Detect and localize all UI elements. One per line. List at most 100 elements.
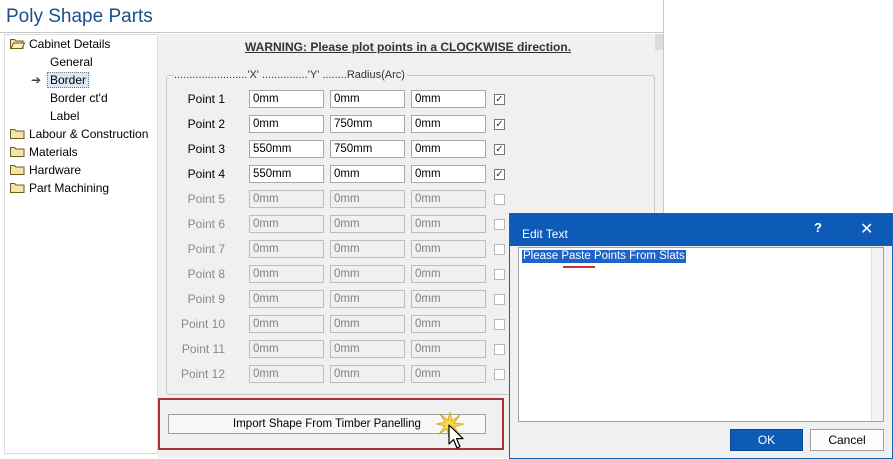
warning-text: WARNING: Please plot points in a CLOCKWI… [245,40,572,54]
tree-item-labour-construction[interactable]: Labour & Construction [10,126,148,142]
tree-item-border[interactable]: Border [47,72,90,88]
point-x-input[interactable]: 0mm [249,115,324,133]
point-checkbox[interactable] [494,194,505,205]
point-row-label: Point 9 [187,292,225,306]
point-r-input[interactable]: 0mm [411,365,486,383]
point-checkbox[interactable] [494,344,505,355]
point-y-input[interactable]: 0mm [330,90,405,108]
tree-item-label: General [50,55,93,69]
scrollbar[interactable] [655,34,663,50]
point-checkbox[interactable] [494,244,505,255]
mouse-pointer-icon [448,424,464,449]
ok-button[interactable]: OK [730,429,803,451]
point-row-label: Point 1 [187,92,225,106]
point-y-input[interactable]: 0mm [330,365,405,383]
point-r-input[interactable]: 0mm [411,190,486,208]
point-checkbox[interactable]: ✓ [494,119,505,130]
tree-item-label: Hardware [29,163,82,177]
point-y-input[interactable]: 0mm [330,340,405,358]
tree-item-label: Border ct'd [50,91,108,105]
tree-item-cabinet-details[interactable]: Cabinet Details [10,36,110,52]
point-row-label: Point 8 [187,267,225,281]
tree-item-label: Labour & Construction [29,127,149,141]
point-r-input[interactable]: 0mm [411,165,486,183]
point-x-input[interactable]: 0mm [249,265,324,283]
point-row-label: Point 7 [187,242,225,256]
point-y-input[interactable]: 0mm [330,215,405,233]
point-row-label: Point 3 [187,142,225,156]
point-r-input[interactable]: 0mm [411,115,486,133]
cancel-button[interactable]: Cancel [810,429,884,451]
folder-icon [10,128,25,139]
point-y-input[interactable]: 0mm [330,240,405,258]
point-y-input[interactable]: 750mm [330,140,405,158]
tree-item-label: Cabinet Details [29,37,111,51]
point-r-input[interactable]: 0mm [411,315,486,333]
point-checkbox[interactable]: ✓ [494,94,505,105]
point-r-input[interactable]: 0mm [411,240,486,258]
point-x-input[interactable]: 0mm [249,90,324,108]
tree-item-label: Materials [29,145,78,159]
dialog-titlebar: Edit Text ? ✕ [510,214,892,246]
point-x-input[interactable]: 550mm [249,140,324,158]
point-row-label: Point 2 [187,117,225,131]
tree-item-label: Label [50,109,80,123]
point-x-input[interactable]: 0mm [249,365,324,383]
point-checkbox[interactable] [494,294,505,305]
point-r-input[interactable]: 0mm [411,265,486,283]
annotation-underline [563,266,595,268]
point-y-input[interactable]: 0mm [330,165,405,183]
window-title: Poly Shape Parts [6,6,153,27]
point-row-label: Point 12 [180,367,225,381]
folder-icon [10,164,25,175]
dialog-title: Edit Text [522,227,568,241]
folder-icon [10,182,25,193]
tree-item-label: Border [47,72,90,88]
point-row-label: Point 4 [187,167,225,181]
point-r-input[interactable]: 0mm [411,290,486,308]
tree-item-part-machining[interactable]: Part Machining [10,180,109,196]
text-area-scrollbar[interactable] [871,248,883,421]
selected-text: Please Paste Points From Slats [522,250,686,263]
tree-item-label: Part Machining [29,181,110,195]
point-y-input[interactable]: 0mm [330,290,405,308]
point-y-input[interactable]: 0mm [330,315,405,333]
point-r-input[interactable]: 0mm [411,140,486,158]
point-row-label: Point 5 [187,192,225,206]
point-checkbox[interactable] [494,369,505,380]
point-x-input[interactable]: 0mm [249,240,324,258]
point-checkbox[interactable]: ✓ [494,169,505,180]
point-r-input[interactable]: 0mm [411,340,486,358]
point-row-label: Point 10 [180,317,225,331]
point-checkbox[interactable] [494,319,505,330]
point-row-label: Point 11 [181,342,225,356]
point-r-input[interactable]: 0mm [411,90,486,108]
title-divider [0,32,663,33]
point-row-label: Point 6 [187,217,225,231]
point-checkbox[interactable] [494,269,505,280]
point-x-input[interactable]: 550mm [249,165,324,183]
tree-item-label-node[interactable]: Label [50,108,79,124]
close-icon[interactable]: ✕ [860,219,873,239]
arrow-right-icon: ➔ [31,73,42,87]
point-x-input[interactable]: 0mm [249,190,324,208]
tree-item-hardware[interactable]: Hardware [10,162,81,178]
edit-text-area[interactable]: Please Paste Points From Slats [518,247,884,422]
point-y-input[interactable]: 750mm [330,115,405,133]
point-x-input[interactable]: 0mm [249,315,324,333]
tree-item-materials[interactable]: Materials [10,144,78,160]
point-y-input[interactable]: 0mm [330,265,405,283]
edit-text-dialog: Edit Text ? ✕ Please Paste Points From S… [509,213,893,459]
point-x-input[interactable]: 0mm [249,215,324,233]
point-y-input[interactable]: 0mm [330,190,405,208]
point-x-input[interactable]: 0mm [249,290,324,308]
point-x-input[interactable]: 0mm [249,340,324,358]
points-column-header: ........................'X' ............… [174,69,407,81]
help-icon[interactable]: ? [814,220,822,235]
folder-icon [10,146,25,157]
point-checkbox[interactable]: ✓ [494,144,505,155]
point-checkbox[interactable] [494,219,505,230]
point-r-input[interactable]: 0mm [411,215,486,233]
tree-item-general[interactable]: General [50,54,93,70]
tree-item-border-ctd[interactable]: Border ct'd [50,90,108,106]
